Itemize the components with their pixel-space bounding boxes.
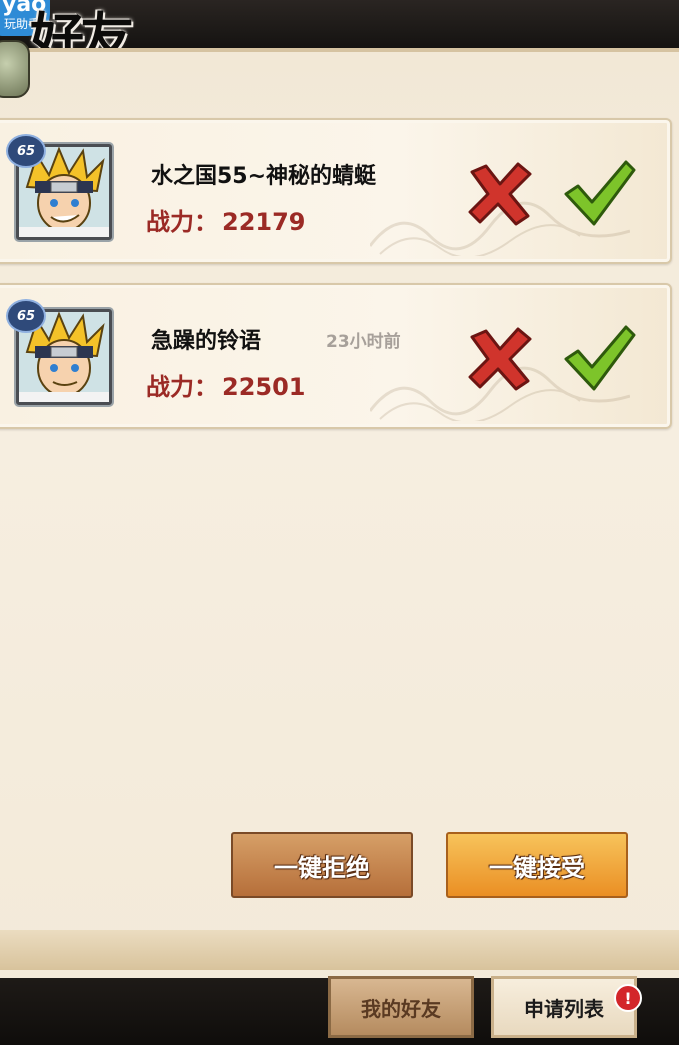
- player-name: 急躁的铃语: [151, 329, 262, 354]
- level-badge: 65: [6, 134, 46, 168]
- power-value: 22501: [222, 373, 306, 401]
- request-card: 65 急躁的铃语 23小时前 战力： 22501: [0, 283, 672, 429]
- player-name: 水之国55~神秘的蜻蜓: [151, 164, 377, 189]
- reject-x-icon: [468, 162, 532, 226]
- accept-all-button[interactable]: 一键接受: [446, 832, 628, 898]
- panel-bottom-edge: [0, 930, 679, 970]
- reject-all-button[interactable]: 一键拒绝: [231, 832, 413, 898]
- reject-button[interactable]: [464, 158, 536, 230]
- power-value: 22179: [222, 208, 306, 236]
- tab-request-list[interactable]: 申请列表: [491, 976, 637, 1038]
- power-label: 战力：: [146, 373, 218, 401]
- accept-button[interactable]: [564, 158, 636, 230]
- request-time: 23小时前: [326, 332, 401, 352]
- level-badge: 65: [6, 299, 46, 333]
- lantern-icon: [0, 40, 30, 98]
- accept-button[interactable]: [564, 323, 636, 395]
- combat-power: 战力： 22501: [146, 367, 306, 402]
- reject-button[interactable]: [464, 323, 536, 395]
- reject-x-icon: [468, 327, 532, 391]
- accept-check-icon: [564, 325, 636, 391]
- combat-power: 战力： 22179: [146, 202, 306, 237]
- power-label: 战力：: [146, 208, 218, 236]
- request-card: 65 水之国55~神秘的蜻蜓 战力： 22179: [0, 118, 672, 264]
- accept-check-icon: [564, 160, 636, 226]
- notification-badge: !: [614, 984, 642, 1012]
- tab-my-friends[interactable]: 我的好友: [328, 976, 474, 1038]
